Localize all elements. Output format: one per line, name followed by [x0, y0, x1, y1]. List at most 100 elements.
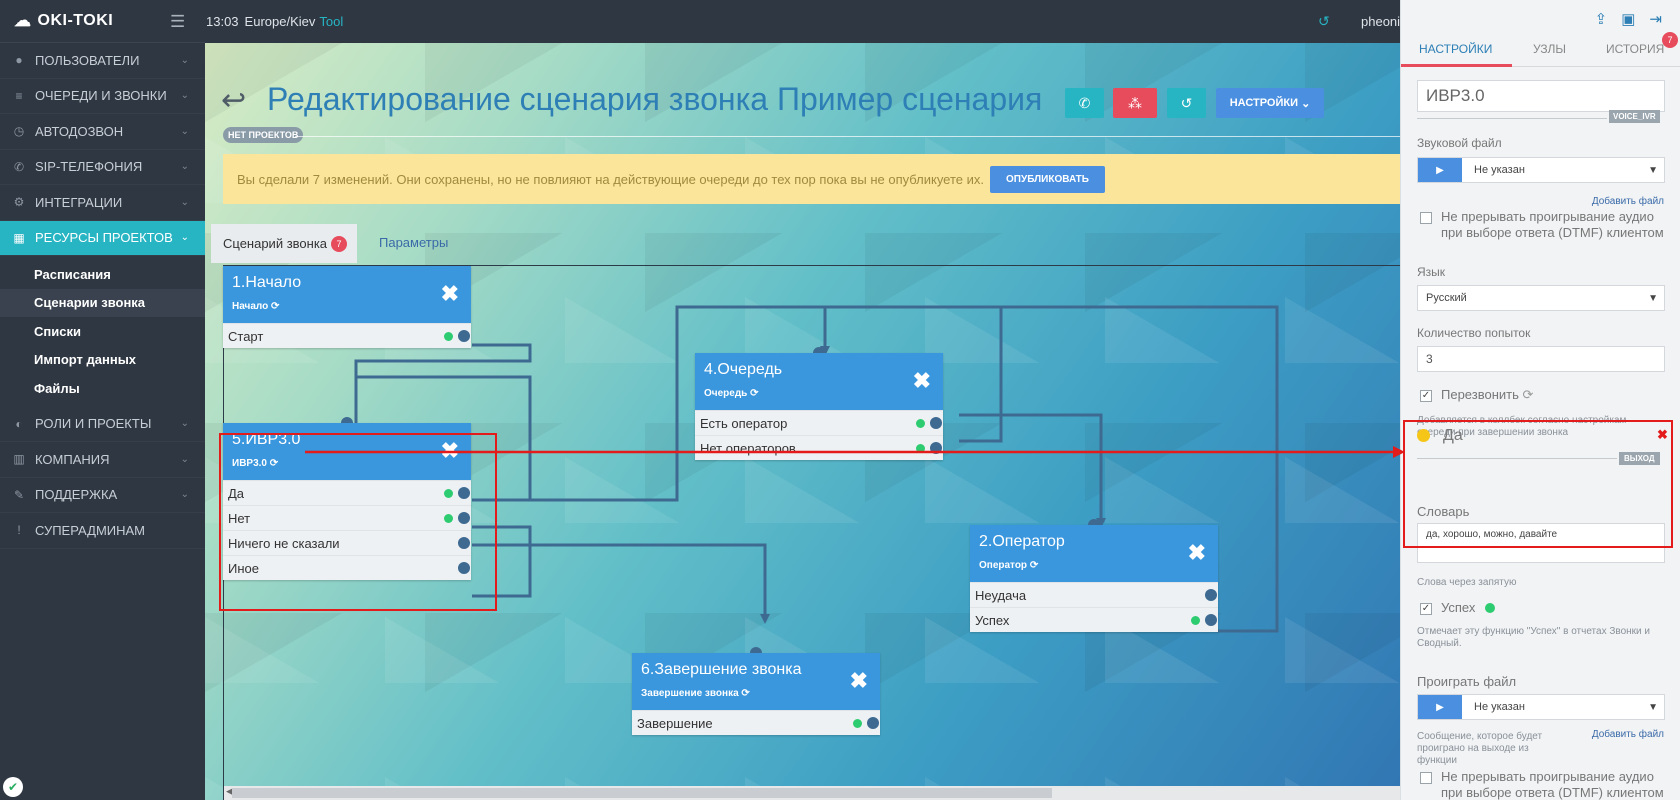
- grid-icon: ▦: [13, 230, 25, 245]
- history-badge: 7: [1662, 32, 1678, 48]
- caret-down-icon: ▼: [1648, 701, 1658, 713]
- sidebar-item-integrations[interactable]: ⚙ ИНТЕГРАЦИИ ⌄: [0, 185, 205, 221]
- sidebar-item-superadmin[interactable]: ! СУПЕРАДМИНАМ: [0, 513, 205, 549]
- close-icon[interactable]: ✖: [850, 668, 868, 694]
- shield-icon[interactable]: ✔: [3, 777, 23, 797]
- sidebar-item-company[interactable]: ▥ КОМПАНИЯ ⌄: [0, 442, 205, 478]
- clock-icon: ◷: [13, 124, 25, 139]
- save-icon[interactable]: ▣: [1621, 10, 1635, 28]
- hamburger-menu-icon[interactable]: ☰: [170, 12, 186, 32]
- node-start[interactable]: 1.Начало Начало ⟳ ✖ Старт: [223, 266, 471, 348]
- sidebar-sub-import[interactable]: Импорт данных: [0, 346, 205, 375]
- tab-parameters[interactable]: Параметры: [379, 235, 448, 250]
- play-file-label: Проиграть файл: [1417, 674, 1517, 689]
- cogs-icon: ⚙: [13, 195, 25, 210]
- upload-icon[interactable]: ⇪: [1595, 10, 1608, 28]
- sidebar-item-roles[interactable]: ◐ РОЛИ И ПРОЕКТЫ ⌄: [0, 407, 205, 442]
- tab-settings[interactable]: НАСТРОЙКИ: [1419, 42, 1492, 56]
- node-hangup[interactable]: 6.Завершение звонка Завершение звонка ⟳ ✖ …: [632, 647, 880, 735]
- tab-scenario[interactable]: Сценарий звонка 7: [211, 224, 357, 263]
- sidebar-item-support[interactable]: ✎ ПОДДЕРЖКА ⌄: [0, 478, 205, 513]
- output-port[interactable]: [867, 717, 879, 729]
- output-port[interactable]: [930, 417, 942, 429]
- tab-history[interactable]: ИСТОРИЯ: [1606, 42, 1664, 56]
- node-name-input[interactable]: ИВР3.0: [1417, 80, 1665, 112]
- sidebar-item-users[interactable]: ● ПОЛЬЗОВАТЕЛИ ⌄: [0, 43, 205, 79]
- history-button[interactable]: ↺: [1167, 88, 1206, 118]
- no-interrupt-checkbox-2[interactable]: [1420, 772, 1432, 784]
- node-settings-panel: ⇪ ▣ ⇥ НАСТРОЙКИ УЗЛЫ ИСТОРИЯ 7 ИВР3.0 VO…: [1400, 0, 1680, 800]
- add-file-link-2[interactable]: Добавить файл: [1592, 729, 1664, 740]
- chevron-down-icon: ⌄: [180, 232, 189, 244]
- timezone: Europe/Kiev: [244, 14, 316, 29]
- sidebar-item-autodial[interactable]: ◷ АВТОДОЗВОН ⌄: [0, 114, 205, 150]
- node-operator[interactable]: 2.Оператор Оператор ⟳ ✖ Неудача Успех: [970, 519, 1218, 632]
- sidebar-sub-lists[interactable]: Списки: [0, 317, 205, 346]
- publish-button[interactable]: ОПУБЛИКОВАТЬ: [990, 165, 1105, 193]
- annotation-box-exit: [1403, 420, 1673, 548]
- output-port[interactable]: [930, 442, 942, 454]
- node-exit-row: Успех: [970, 607, 1218, 632]
- chevron-down-icon: ⌄: [180, 90, 189, 102]
- horizontal-scrollbar[interactable]: ◀: [224, 786, 1400, 800]
- attempts-input[interactable]: 3: [1417, 346, 1665, 372]
- project-tag: НЕТ ПРОЕКТОВ: [223, 127, 304, 143]
- no-interrupt-checkbox[interactable]: [1420, 212, 1432, 224]
- play-icon[interactable]: ▶: [1418, 695, 1462, 719]
- sidebar-sub-scenarios[interactable]: Сценарии звонка: [0, 288, 205, 317]
- history-icon[interactable]: ↺: [1318, 13, 1330, 30]
- output-port[interactable]: [1205, 614, 1217, 626]
- output-port[interactable]: [458, 330, 470, 342]
- page-title: Редактирование сценария звонка Пример сц…: [267, 81, 1043, 117]
- sidebar-item-project-resources[interactable]: ▦ РЕСУРСЫ ПРОЕКТОВ ⌄: [0, 220, 205, 256]
- chevron-down-icon: ⌄: [180, 453, 189, 465]
- wrench-icon: ✎: [13, 487, 25, 502]
- chevron-down-icon: ⌄: [180, 54, 189, 66]
- sound-file-select[interactable]: ▶ Не указан ▼: [1417, 157, 1665, 183]
- history-icon: ↺: [1180, 94, 1193, 111]
- call-button[interactable]: ✆: [1065, 88, 1104, 118]
- sidebar-sub-files[interactable]: Файлы: [0, 374, 205, 403]
- annotation-box: [219, 433, 497, 611]
- caret-down-icon: ▼: [1648, 164, 1658, 176]
- settings-dropdown-button[interactable]: НАСТРОЙКИ ⌄: [1216, 88, 1324, 118]
- tab-nodes[interactable]: УЗЛЫ: [1533, 42, 1566, 56]
- play-file-select[interactable]: ▶ Не указан ▼: [1417, 694, 1665, 720]
- sidebar: ☁ OKI-TOKI ● ПОЛЬЗОВАТЕЛИ ⌄ ≡ ОЧЕРЕДИ И ЗВОН…: [0, 0, 205, 800]
- node-queue[interactable]: 4.Очередь Очередь ⟳ ✖ Есть оператор Нет оп…: [695, 347, 943, 460]
- success-hint: Отмечает эту функцию "Успех" в отчетах З…: [1417, 626, 1651, 649]
- caret-down-icon: ▼: [1648, 292, 1658, 304]
- success-checkbox[interactable]: ✓: [1420, 603, 1432, 615]
- node-exit-row: Есть оператор: [695, 410, 943, 435]
- sidebar-item-sip[interactable]: ✆ SIP-ТЕЛЕФОНИЯ ⌄: [0, 150, 205, 185]
- top-bar: ☰ 13:03 Europe/Kiev Tool ↺ pheoni: [170, 0, 1400, 43]
- sidebar-item-queues[interactable]: ≡ ОЧЕРЕДИ И ЗВОНКИ ⌄: [0, 79, 205, 114]
- close-icon[interactable]: ✖: [913, 368, 931, 394]
- chevron-down-icon: ⌄: [1301, 97, 1311, 110]
- status-dot-icon: [444, 332, 453, 341]
- chevron-down-icon: ⌄: [180, 125, 189, 137]
- exit-icon[interactable]: ⇥: [1649, 10, 1662, 28]
- node-exit-row: Нет операторов: [695, 435, 943, 460]
- close-icon[interactable]: ✖: [1188, 540, 1206, 566]
- exclamation-icon: !: [17, 523, 21, 538]
- chevron-down-icon: ⌄: [180, 418, 189, 430]
- phone-icon: ✆: [13, 159, 25, 174]
- language-label: Язык: [1417, 265, 1446, 279]
- chevron-down-icon: ⌄: [180, 161, 189, 173]
- toggle-icon: ◐: [15, 416, 23, 431]
- user-name[interactable]: pheoni: [1361, 14, 1400, 29]
- sidebar-sub-schedules[interactable]: Расписания: [0, 260, 205, 289]
- share-button[interactable]: ⁂: [1113, 88, 1157, 118]
- language-select[interactable]: Русский ▼: [1417, 285, 1665, 311]
- output-port[interactable]: [1205, 589, 1217, 601]
- add-file-link[interactable]: Добавить файл: [1592, 196, 1664, 207]
- status-dot-icon: [916, 419, 925, 428]
- back-arrow-icon[interactable]: ↩: [221, 83, 246, 118]
- tool-link[interactable]: Tool: [319, 14, 343, 29]
- status-dot-icon: [853, 719, 862, 728]
- callback-checkbox[interactable]: ✓: [1420, 390, 1432, 402]
- play-icon[interactable]: ▶: [1418, 158, 1462, 182]
- close-icon[interactable]: ✖: [441, 281, 459, 307]
- sound-file-label: Звуковой файл: [1417, 136, 1502, 150]
